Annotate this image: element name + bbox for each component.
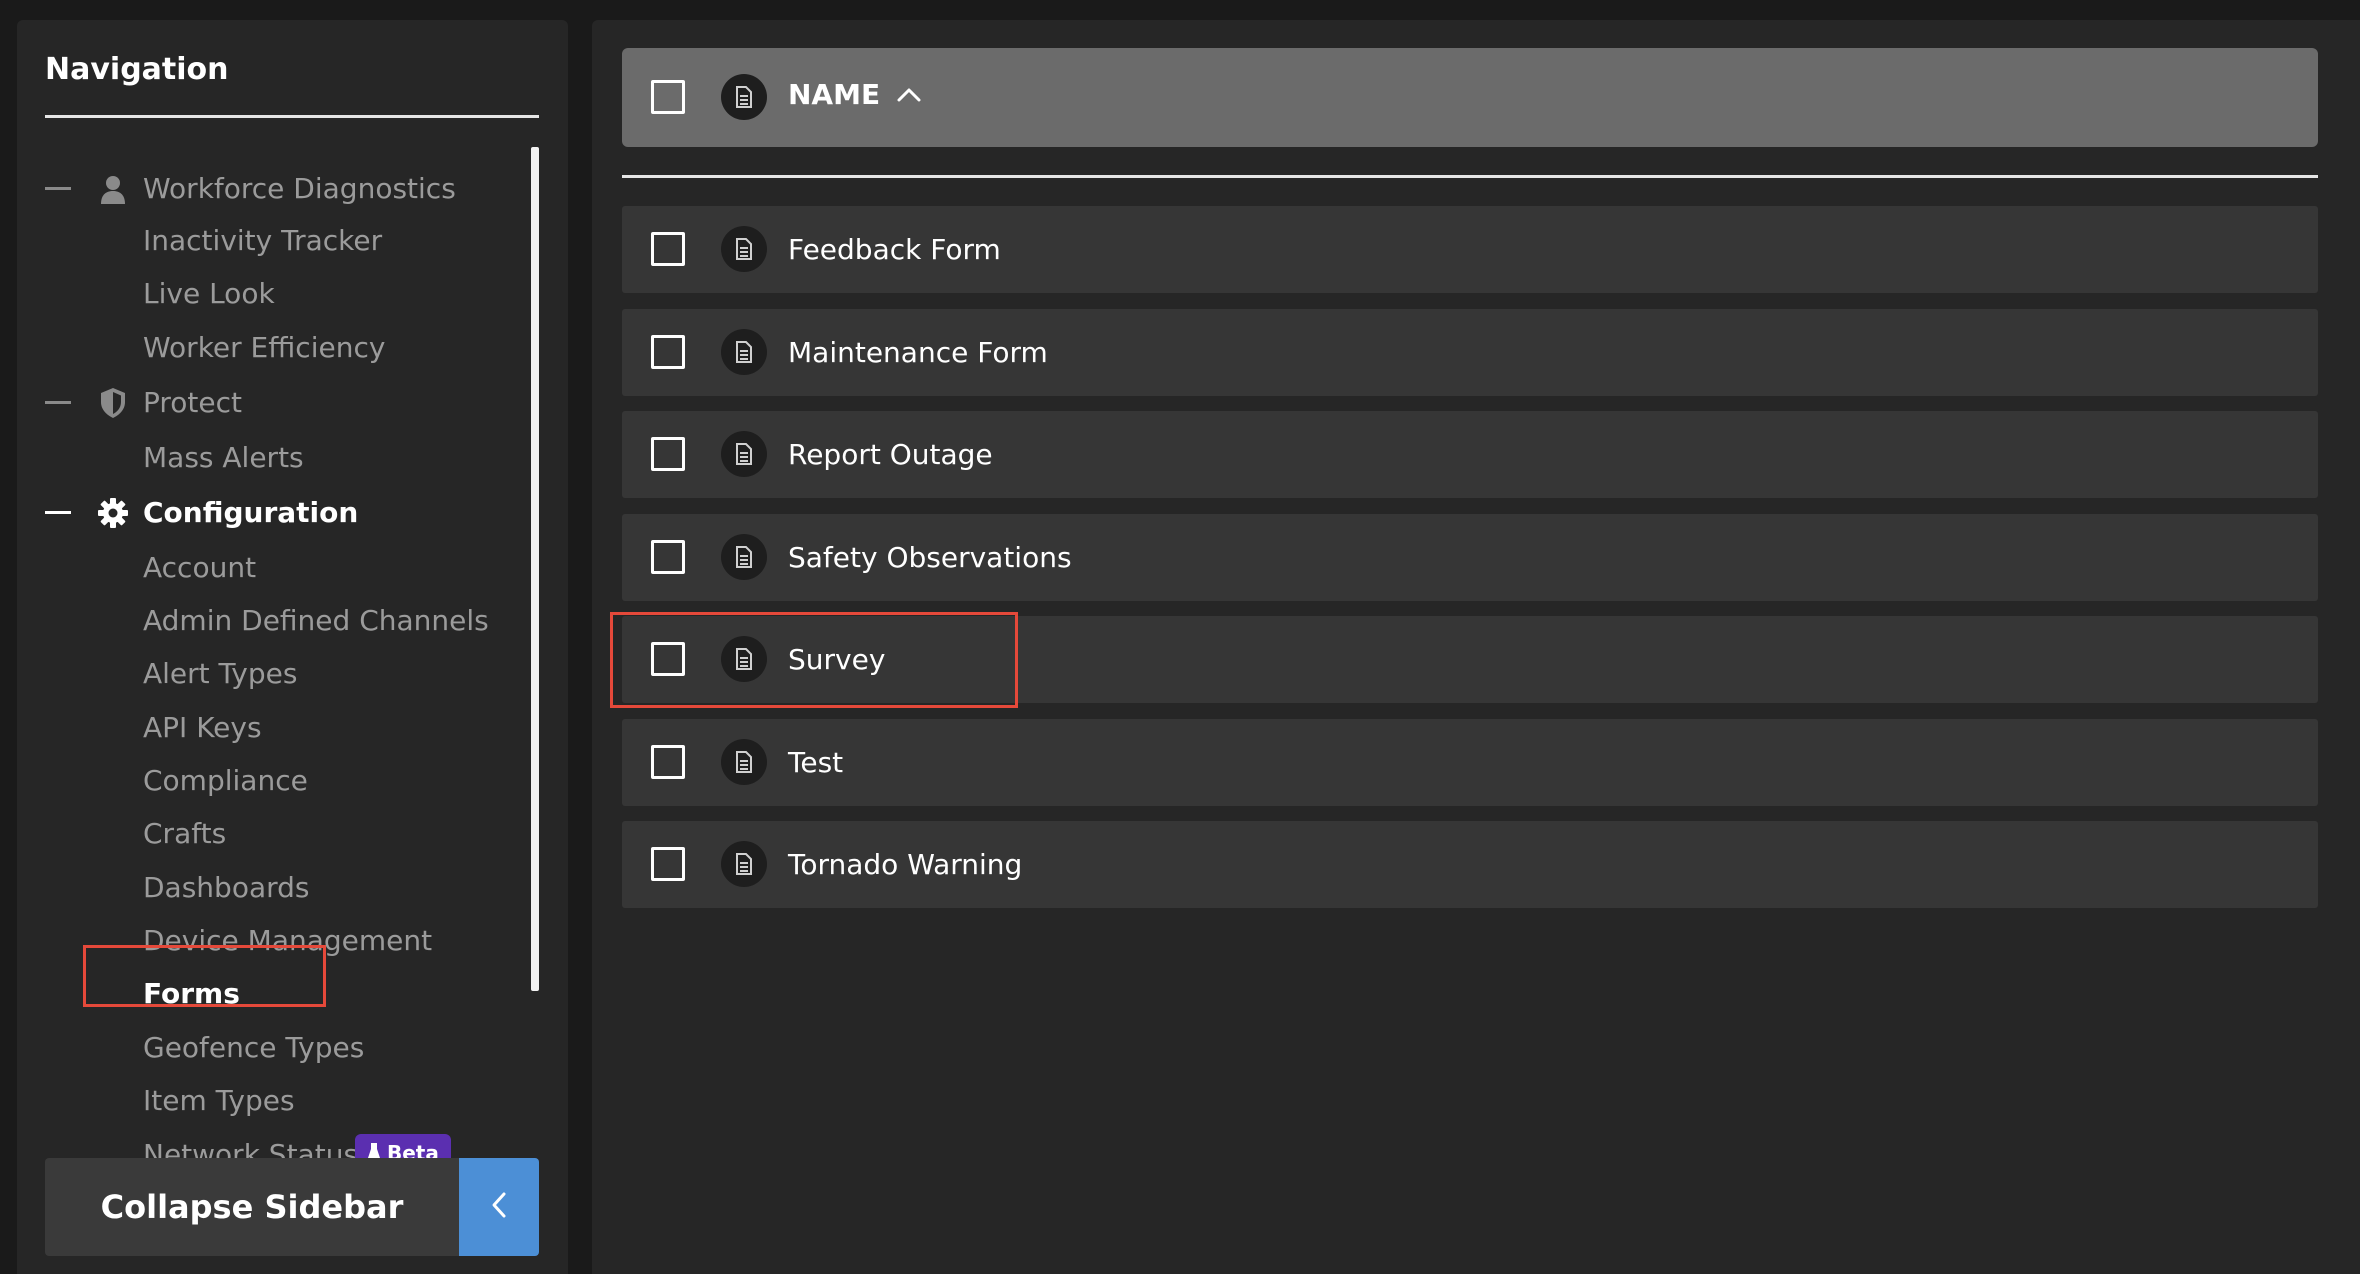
sidebar-item-label: Compliance xyxy=(143,763,308,797)
chevron-up-icon[interactable] xyxy=(894,80,924,114)
collapse-arrow-button[interactable] xyxy=(459,1158,539,1256)
sidebar-item-dashboards[interactable]: Dashboards xyxy=(17,864,517,910)
row-checkbox[interactable] xyxy=(651,232,685,266)
table-row[interactable]: Tornado Warning xyxy=(622,821,2318,908)
sidebar-item-mass-alerts[interactable]: Mass Alerts xyxy=(17,434,517,480)
sidebar-item-api-keys[interactable]: API Keys xyxy=(17,704,517,750)
section-workforce-diagnostics[interactable]: Workforce Diagnostics xyxy=(17,165,517,211)
sidebar-item-crafts[interactable]: Crafts xyxy=(17,810,517,856)
sidebar-item-label: Account xyxy=(143,550,257,584)
section-label: Configuration xyxy=(143,495,359,529)
sidebar-item-admin-defined-channels[interactable]: Admin Defined Channels xyxy=(17,597,517,643)
sidebar-item-live-look[interactable]: Live Look xyxy=(17,270,517,316)
section-protect[interactable]: Protect xyxy=(17,379,517,425)
table-row[interactable]: Test xyxy=(622,719,2318,806)
sidebar-item-label: Alert Types xyxy=(143,656,298,690)
nav-list: Workforce Diagnostics Inactivity Tracker… xyxy=(17,140,568,1170)
form-name[interactable]: Tornado Warning xyxy=(788,848,1022,881)
document-icon xyxy=(721,329,767,375)
sidebar-item-worker-efficiency[interactable]: Worker Efficiency xyxy=(17,324,517,370)
collapse-sidebar-button[interactable]: Collapse Sidebar xyxy=(45,1158,459,1256)
header-divider xyxy=(622,175,2318,178)
table-row[interactable]: Feedback Form xyxy=(622,206,2318,293)
sidebar-item-alert-types[interactable]: Alert Types xyxy=(17,650,517,696)
nav-divider xyxy=(45,115,539,118)
sidebar-item-label: API Keys xyxy=(143,710,262,744)
sidebar-item-label: Mass Alerts xyxy=(143,440,304,474)
sidebar-item-label: Geofence Types xyxy=(143,1030,365,1064)
table-row[interactable]: Maintenance Form xyxy=(622,309,2318,396)
sidebar-item-label: Live Look xyxy=(143,276,275,310)
sidebar-item-label: Dashboards xyxy=(143,870,310,904)
name-column-header[interactable]: NAME xyxy=(788,78,880,111)
section-configuration[interactable]: Configuration xyxy=(17,489,517,535)
sidebar-item-geofence-types[interactable]: Geofence Types xyxy=(17,1024,517,1070)
sidebar-item-label: Admin Defined Channels xyxy=(143,603,489,637)
document-icon xyxy=(721,226,767,272)
forms-panel: NAME Feedback Form Maintenance Form Report… xyxy=(592,20,2360,1274)
collapse-dash-icon[interactable] xyxy=(45,187,71,190)
row-checkbox[interactable] xyxy=(651,745,685,779)
row-checkbox[interactable] xyxy=(651,847,685,881)
sidebar-item-item-types[interactable]: Item Types xyxy=(17,1077,517,1123)
sidebar-scrollbar[interactable] xyxy=(531,147,539,991)
sidebar: Navigation Workforce Diagnostics Inactiv… xyxy=(17,20,568,1274)
survey-highlight-box xyxy=(610,612,1018,708)
row-checkbox[interactable] xyxy=(651,540,685,574)
collapse-dash-icon[interactable] xyxy=(45,511,71,514)
section-label: Protect xyxy=(143,385,242,419)
document-icon xyxy=(721,534,767,580)
shield-icon xyxy=(97,387,129,419)
chevron-left-icon xyxy=(490,1190,508,1224)
collapse-sidebar-label: Collapse Sidebar xyxy=(100,1188,404,1226)
form-name[interactable]: Feedback Form xyxy=(788,233,1001,266)
sidebar-item-inactivity-tracker[interactable]: Inactivity Tracker xyxy=(17,217,517,263)
form-name[interactable]: Safety Observations xyxy=(788,541,1072,574)
collapse-dash-icon[interactable] xyxy=(45,401,71,404)
sidebar-item-label: Inactivity Tracker xyxy=(143,223,383,257)
row-checkbox[interactable] xyxy=(651,437,685,471)
document-icon xyxy=(721,431,767,477)
sidebar-item-compliance[interactable]: Compliance xyxy=(17,757,517,803)
gear-icon xyxy=(97,497,129,529)
sidebar-item-account[interactable]: Account xyxy=(17,544,517,590)
select-all-checkbox[interactable] xyxy=(651,80,685,114)
table-header: NAME xyxy=(622,48,2318,147)
document-icon xyxy=(721,74,767,120)
section-label: Workforce Diagnostics xyxy=(143,171,456,205)
table-row[interactable]: Report Outage xyxy=(622,411,2318,498)
row-checkbox[interactable] xyxy=(651,335,685,369)
sidebar-item-label: Item Types xyxy=(143,1083,295,1117)
document-icon xyxy=(721,841,767,887)
sidebar-item-label: Crafts xyxy=(143,816,227,850)
form-name[interactable]: Report Outage xyxy=(788,438,993,471)
table-row[interactable]: Safety Observations xyxy=(622,514,2318,601)
form-name[interactable]: Maintenance Form xyxy=(788,336,1048,369)
person-icon xyxy=(97,173,129,205)
forms-highlight-box xyxy=(83,945,326,1007)
document-icon xyxy=(721,739,767,785)
nav-title: Navigation xyxy=(45,52,229,87)
form-name[interactable]: Test xyxy=(788,746,843,779)
sidebar-item-label: Worker Efficiency xyxy=(143,330,386,364)
